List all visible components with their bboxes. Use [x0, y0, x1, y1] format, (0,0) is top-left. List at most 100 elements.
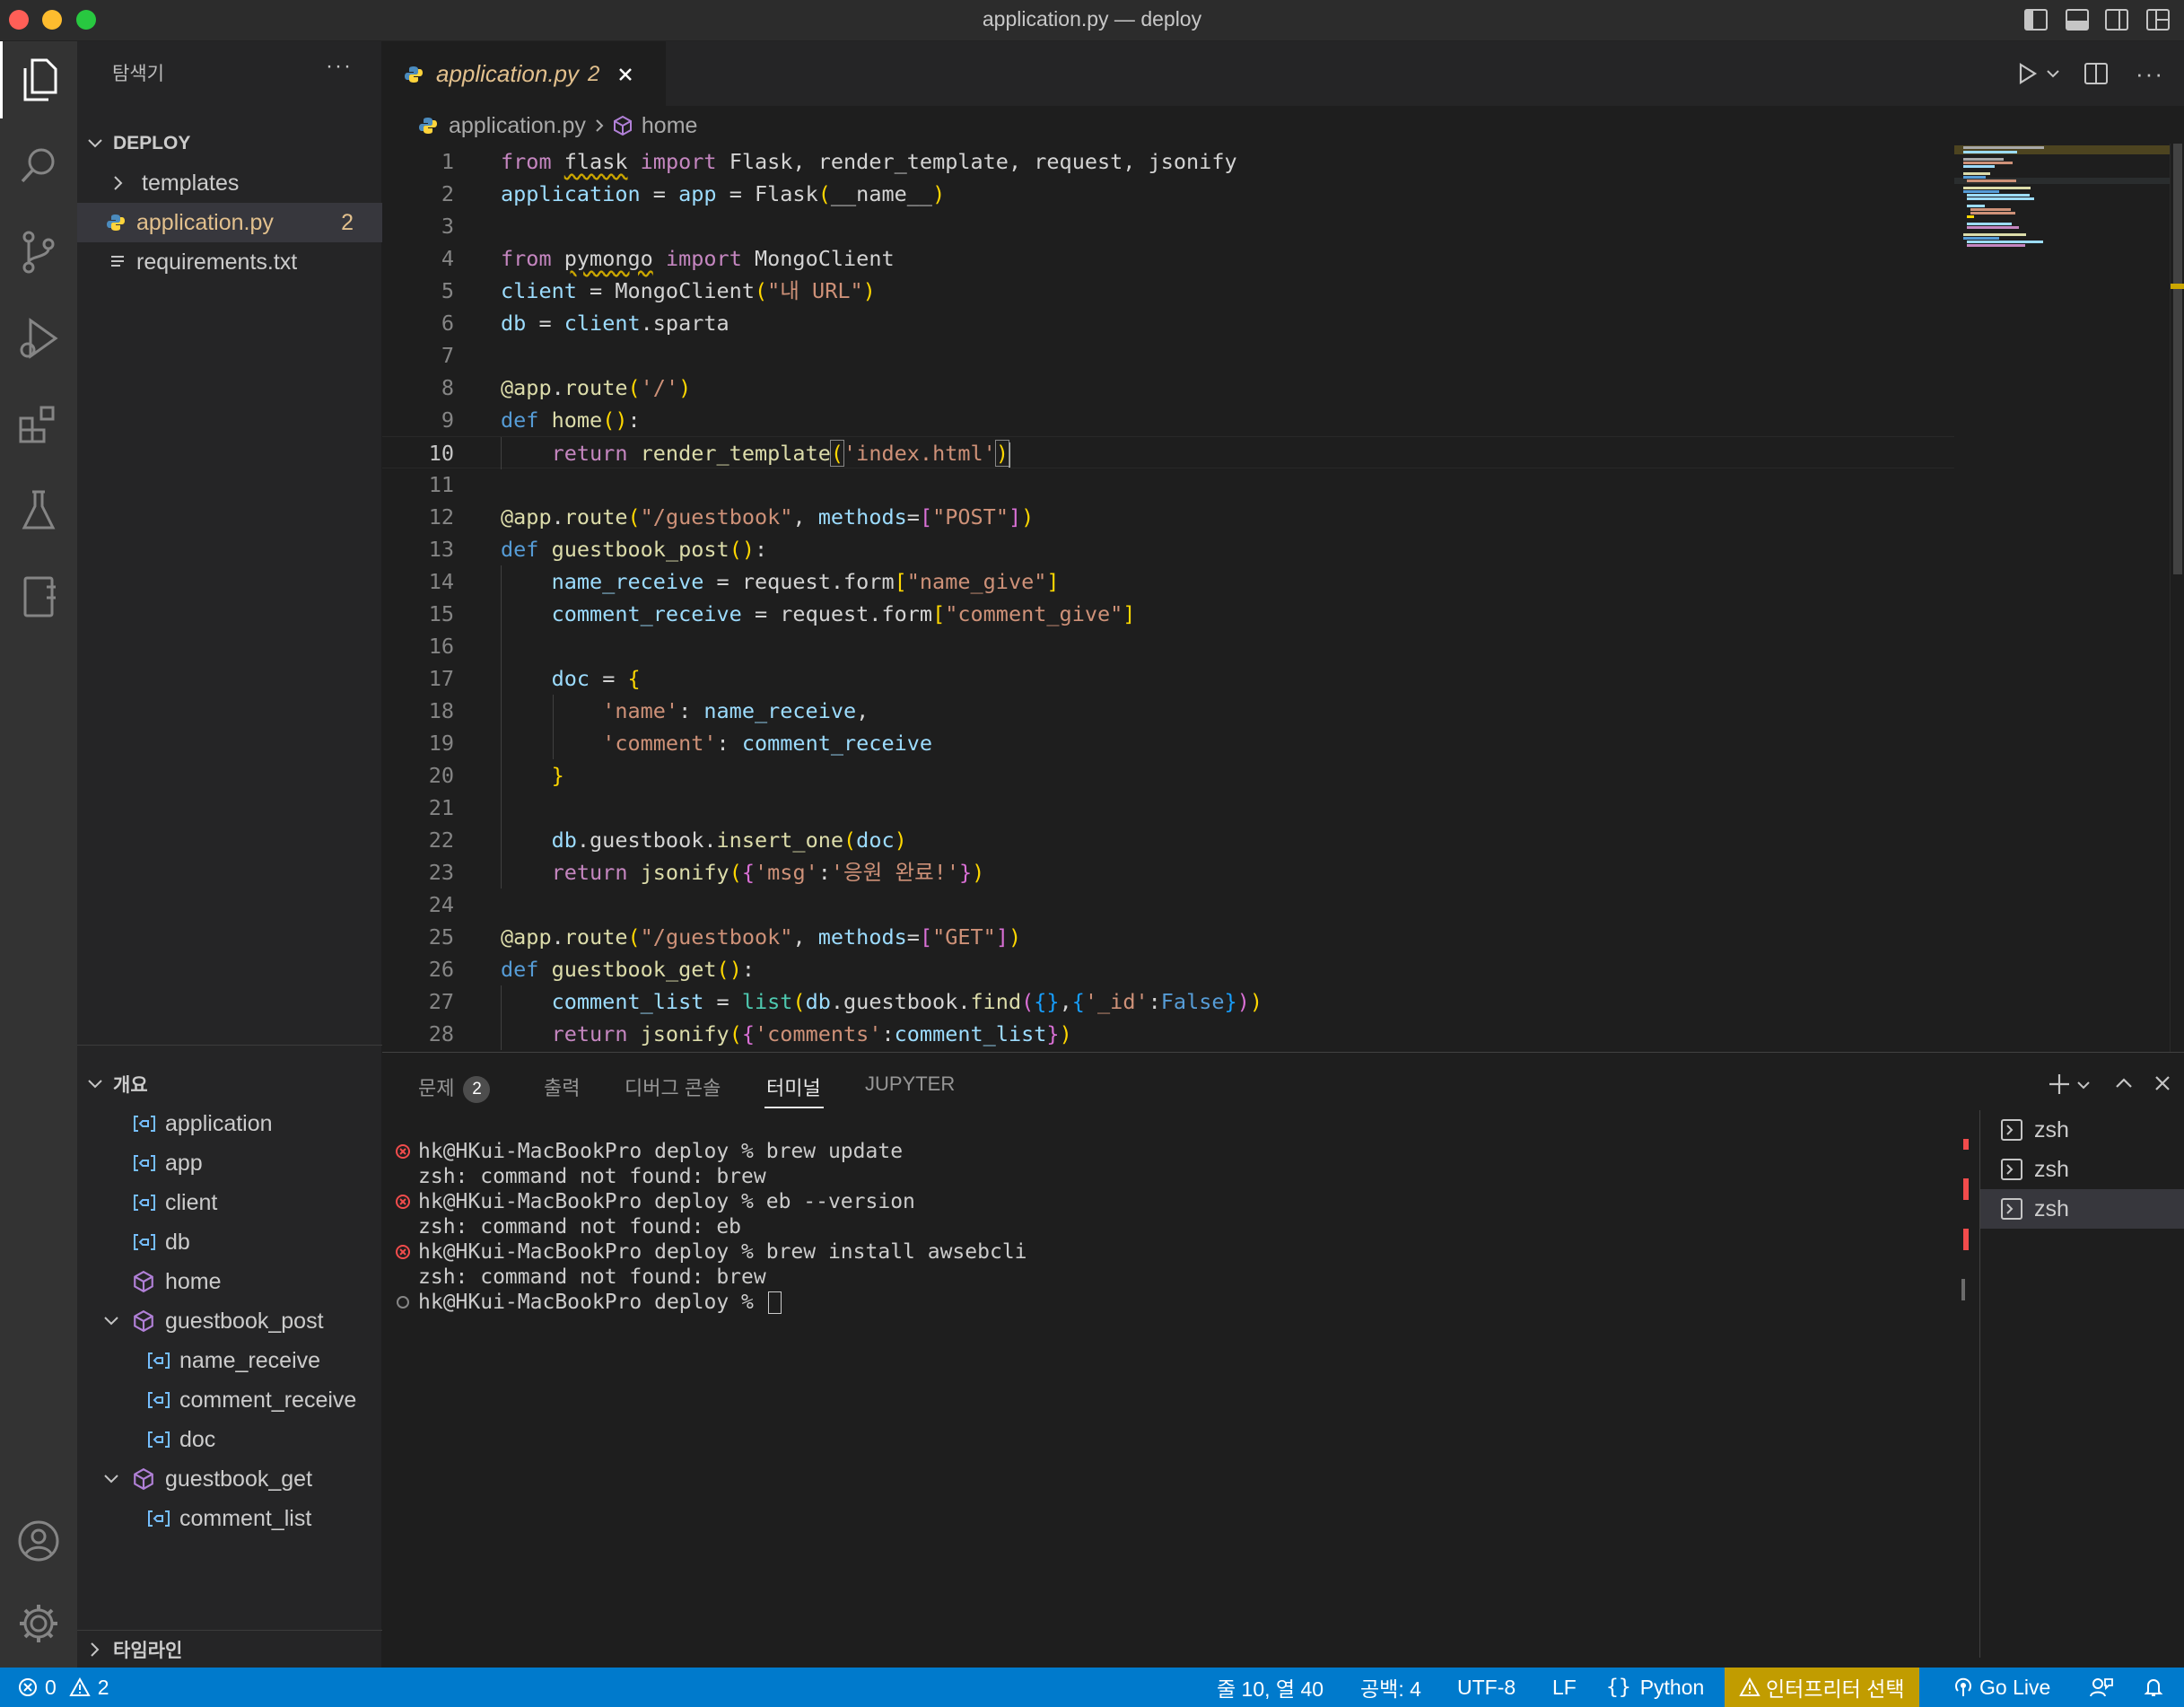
outline-item-application[interactable]: application [77, 1104, 382, 1143]
line-number: 9 [441, 407, 454, 433]
terminal-item[interactable]: zsh [1980, 1110, 2184, 1150]
terminal-dropdown-chevron-icon[interactable] [2076, 1080, 2091, 1090]
indentation[interactable]: 공백: 4 [1360, 1668, 1421, 1707]
tab-terminal[interactable]: 터미널 [766, 1072, 821, 1101]
outline-item-app[interactable]: app [77, 1143, 382, 1183]
line-number: 12 [428, 504, 454, 530]
tree-item-label: application.py [136, 209, 274, 235]
outline-item-name-receive[interactable]: name_receive [77, 1341, 382, 1380]
python-file-icon [106, 213, 126, 232]
line-number: 28 [428, 1021, 454, 1046]
line-number: 17 [428, 666, 454, 691]
terminal-list: zsh zsh zsh [1979, 1110, 2184, 1658]
run-python-file-icon[interactable] [2017, 62, 2039, 85]
tree-item-templates[interactable]: templates [77, 163, 382, 203]
tab-application-py[interactable]: application.py 2 [382, 41, 666, 106]
outline-item-label: application [165, 1110, 273, 1136]
close-panel-icon[interactable] [2153, 1074, 2171, 1092]
close-tab-icon[interactable] [617, 66, 633, 83]
tab-output[interactable]: 출력 [544, 1072, 580, 1101]
python-file-icon [404, 65, 424, 84]
breadcrumb-symbol[interactable]: home [642, 113, 698, 139]
run-dropdown-chevron-icon[interactable] [2046, 68, 2060, 79]
code-line: 28 return jsonify({'comments':comment_li… [382, 1018, 1954, 1050]
problems-status[interactable]: 0 2 [18, 1668, 109, 1707]
run-debug-icon[interactable] [0, 300, 77, 377]
breadcrumb: application.py home [382, 106, 2132, 145]
section-divider [77, 1045, 382, 1046]
outline-header[interactable]: 개요 [77, 1064, 382, 1104]
line-number: 14 [428, 569, 454, 594]
outline-item-db[interactable]: db [77, 1222, 382, 1262]
go-live[interactable]: Go Live [1952, 1668, 2050, 1707]
tree-item-label: requirements.txt [136, 249, 298, 275]
settings-gear-icon[interactable] [0, 1585, 77, 1662]
explorer-icon[interactable] [0, 41, 77, 118]
notifications-bell-icon[interactable] [2143, 1668, 2164, 1707]
split-editor-icon[interactable] [2084, 62, 2109, 85]
scrollbar-thumb[interactable] [2173, 144, 2182, 574]
tree-item-application-py[interactable]: application.py 2 [77, 203, 382, 242]
code-line: 18 'name': name_receive, [382, 695, 1954, 727]
breadcrumb-file[interactable]: application.py [449, 113, 586, 139]
outline-item-guestbook-post[interactable]: guestbook_post [77, 1301, 382, 1341]
code-line: 23 return jsonify({'msg':'응원 완료!'}) [382, 856, 1954, 889]
chevron-down-icon [102, 1470, 120, 1488]
minimap-preview-icon [1954, 145, 2170, 247]
outline-item-label: app [165, 1150, 203, 1176]
tab-jupyter[interactable]: JUPYTER [865, 1072, 955, 1096]
outline-item-comment-list[interactable]: comment_list [77, 1499, 382, 1538]
window-title: application.py — deploy [982, 7, 1202, 31]
outline-item-home[interactable]: home [77, 1262, 382, 1301]
code-editor[interactable]: 1 from flask import Flask, render_templat… [382, 145, 1954, 1052]
variable-symbol-icon [147, 1510, 170, 1528]
tree-item-requirements[interactable]: requirements.txt [77, 242, 382, 282]
end-of-line[interactable]: LF [1552, 1668, 1577, 1707]
notebook-icon[interactable] [0, 558, 77, 635]
code-line: 11 [382, 468, 1954, 501]
terminal-item-active[interactable]: zsh [1980, 1189, 2184, 1229]
feedback-icon[interactable] [2089, 1668, 2114, 1707]
outline-item-label: home [165, 1268, 222, 1294]
toggle-secondary-sidebar-icon[interactable] [2103, 6, 2130, 33]
line-number: 22 [428, 827, 454, 853]
tab-debug-console[interactable]: 디버그 콘솔 [625, 1072, 721, 1101]
outline-item-comment-receive[interactable]: comment_receive [77, 1380, 382, 1420]
new-terminal-plus-icon[interactable] [2048, 1072, 2071, 1096]
line-number: 26 [428, 957, 454, 982]
outline-item-client[interactable]: client [77, 1183, 382, 1222]
testing-icon[interactable] [0, 472, 77, 549]
select-interpreter[interactable]: 인터프리터 선택 [1725, 1668, 1919, 1707]
line-number: 23 [428, 860, 454, 885]
language-mode[interactable]: {} Python [1606, 1668, 1704, 1707]
more-actions-icon[interactable]: ··· [326, 54, 353, 79]
chevron-down-icon [86, 135, 104, 153]
outline-item-label: comment_list [179, 1505, 312, 1531]
maximize-panel-chevron-up-icon[interactable] [2114, 1076, 2134, 1090]
outline-item-guestbook-get[interactable]: guestbook_get [77, 1459, 382, 1499]
outline-item-label: client [165, 1189, 218, 1215]
accounts-icon[interactable] [0, 1502, 77, 1580]
tab-problems[interactable]: 문제 2 [418, 1072, 491, 1104]
minimap[interactable] [1954, 144, 2170, 1052]
editor-scrollbar[interactable] [2170, 144, 2184, 1052]
cursor-position[interactable]: 줄 10, 열 40 [1217, 1668, 1324, 1707]
toggle-sidebar-icon[interactable] [2022, 6, 2049, 33]
encoding[interactable]: UTF-8 [1457, 1668, 1516, 1707]
terminal-output[interactable]: hk@HKui-MacBookPro deploy % brew update … [382, 1139, 1979, 1641]
error-marker [1963, 1139, 1969, 1150]
prompt-circle-icon [397, 1296, 409, 1309]
terminal-scrollbar[interactable] [1961, 1279, 1965, 1300]
terminal-item[interactable]: zsh [1980, 1150, 2184, 1189]
customize-layout-icon[interactable] [2145, 6, 2171, 33]
outline-item-doc[interactable]: doc [77, 1420, 382, 1459]
timeline-header[interactable]: 타임라인 [77, 1630, 382, 1669]
source-control-icon[interactable] [0, 214, 77, 291]
extensions-icon[interactable] [0, 386, 77, 463]
search-icon[interactable] [0, 127, 77, 205]
code-line: 7 [382, 339, 1954, 372]
line-number: 6 [441, 311, 454, 336]
toggle-panel-icon[interactable] [2064, 6, 2091, 33]
folder-header[interactable]: DEPLOY [77, 124, 382, 163]
more-actions-icon[interactable]: ··· [2136, 60, 2164, 88]
